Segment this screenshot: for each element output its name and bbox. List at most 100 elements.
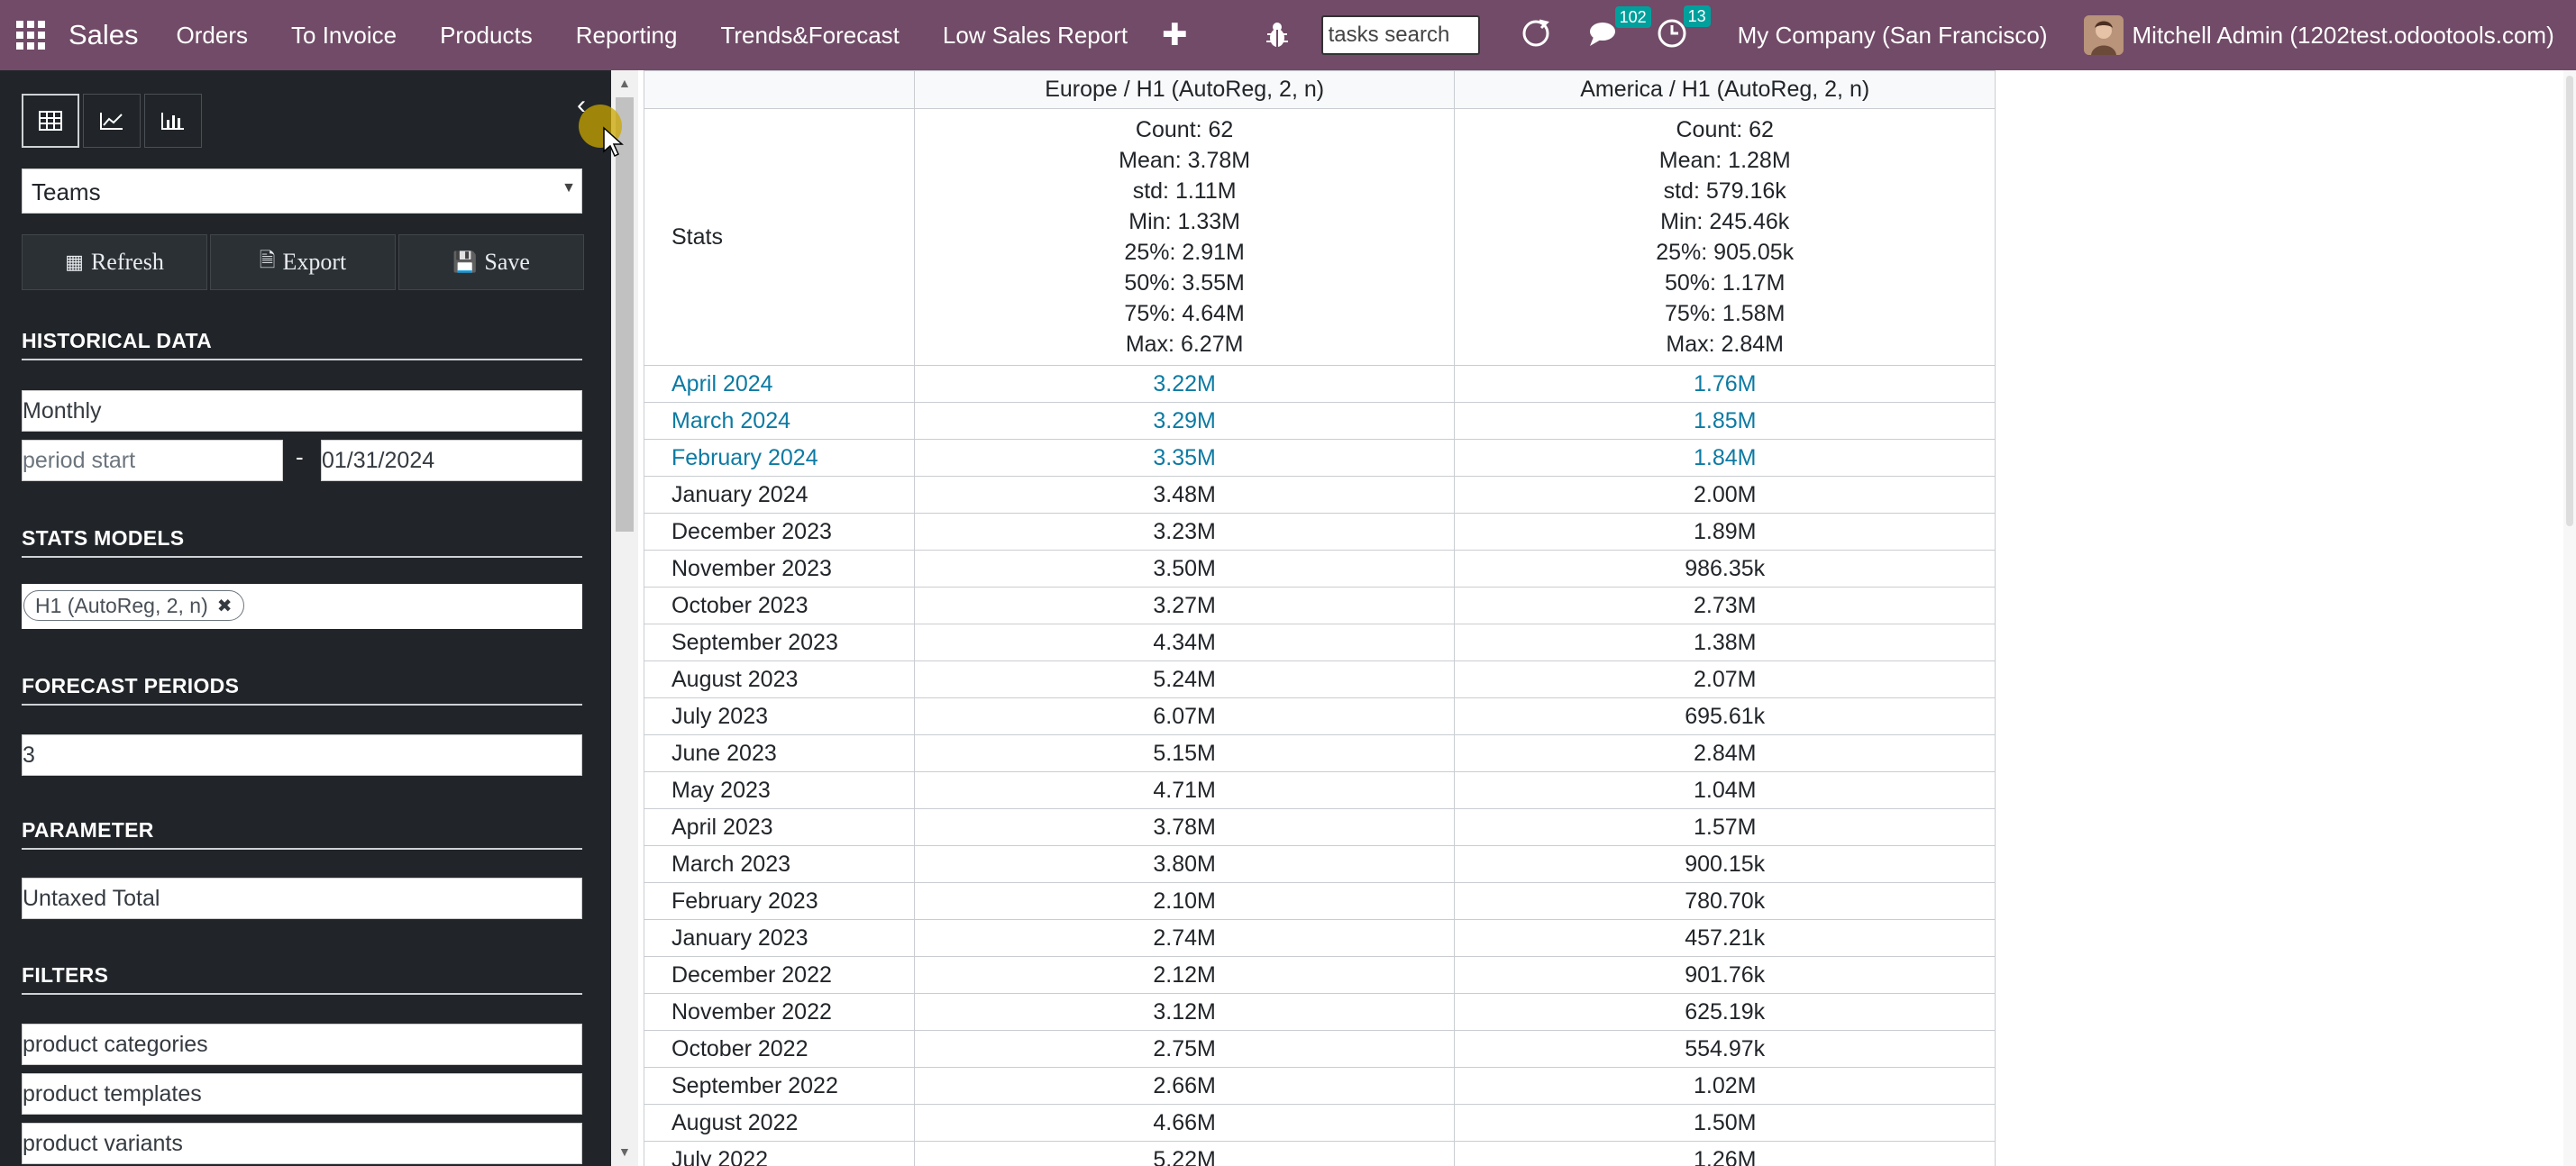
europe-value-cell: 5.22M <box>913 1141 1456 1166</box>
messages-icon[interactable]: 102 <box>1588 5 1651 52</box>
refresh-button[interactable]: ▦ Refresh <box>22 234 207 290</box>
forecast-periods-input[interactable]: 3 <box>22 734 582 776</box>
europe-value-cell: 4.71M <box>913 771 1456 809</box>
america-value-cell: 1.76M <box>1454 365 1996 403</box>
user-menu[interactable]: Mitchell Admin (1202test.odootools.com) <box>2133 22 2554 50</box>
america-value-cell: 1.85M <box>1454 402 1996 440</box>
stats-models-field[interactable]: H1 (AutoReg, 2, n) ✖ <box>22 584 582 629</box>
group-by-select[interactable]: Teams ▼ <box>22 169 582 214</box>
floppy-disk-icon: 💾 <box>452 251 478 273</box>
menu-orders[interactable]: Orders <box>177 22 248 50</box>
column-header-america[interactable]: America / H1 (AutoReg, 2, n) <box>1454 70 1996 109</box>
user-avatar[interactable] <box>2083 15 2124 55</box>
table-row: February 2023 2.10M 780.70k <box>644 882 1996 920</box>
stat-line: 75%: 4.64M <box>1124 301 1245 326</box>
period-cell: January 2024 <box>644 476 915 514</box>
filter-product-variants[interactable]: product variants <box>22 1123 582 1164</box>
refresh-button-label: Refresh <box>90 249 164 275</box>
line-chart-view-button[interactable] <box>83 94 141 148</box>
period-cell: December 2022 <box>644 956 915 994</box>
europe-value-cell: 3.80M <box>913 845 1456 883</box>
save-button-label: Save <box>484 249 530 275</box>
interval-select[interactable]: Monthly <box>22 390 582 432</box>
stat-line: 25%: 2.91M <box>1124 240 1245 265</box>
menu-low-sales-report[interactable]: Low Sales Report <box>943 22 1128 50</box>
america-value-cell: 1.26M <box>1454 1141 1996 1166</box>
america-value-cell: 2.00M <box>1454 476 1996 514</box>
filter-product-categories[interactable]: product categories <box>22 1024 582 1065</box>
menu-products[interactable]: Products <box>440 22 533 50</box>
period-cell: November 2023 <box>644 550 915 588</box>
filter-product-templates[interactable]: product templates <box>22 1073 582 1115</box>
europe-value-cell: 3.35M <box>913 439 1456 477</box>
table-row: August 2023 5.24M 2.07M <box>644 660 1996 698</box>
america-value-cell: 2.73M <box>1454 587 1996 624</box>
period-cell: September 2023 <box>644 624 915 661</box>
europe-value-cell: 3.23M <box>913 513 1456 551</box>
company-switcher[interactable]: My Company (San Francisco) <box>1738 22 2048 50</box>
america-value-cell: 2.07M <box>1454 660 1996 698</box>
america-value-cell: 780.70k <box>1454 882 1996 920</box>
table-row: March 2024 3.29M 1.85M <box>644 402 1996 440</box>
column-header-europe[interactable]: Europe / H1 (AutoReg, 2, n) <box>913 70 1456 109</box>
forecast-periods-title: FORECAST PERIODS <box>22 674 582 706</box>
table-row: December 2023 3.23M 1.89M <box>644 513 1996 551</box>
stat-line: 50%: 3.55M <box>1124 270 1245 296</box>
menu-trends-forecast[interactable]: Trends&Forecast <box>720 22 899 50</box>
stat-line: 50%: 1.17M <box>1665 270 1786 296</box>
main-scrollbar[interactable] <box>2563 70 2576 1166</box>
scroll-up-arrow-icon[interactable]: ▲ <box>618 76 631 90</box>
stat-line: Mean: 3.78M <box>1119 148 1251 173</box>
refresh-circle-icon[interactable] <box>1520 17 1552 54</box>
table-icon <box>39 111 62 131</box>
america-value-cell: 1.04M <box>1454 771 1996 809</box>
save-button[interactable]: 💾 Save <box>398 234 584 290</box>
america-value-cell: 2.84M <box>1454 734 1996 772</box>
top-navbar: Sales Orders To Invoice Products Reporti… <box>0 0 2576 70</box>
sidebar-scrollbar[interactable]: ▲ ▼ <box>611 70 638 1166</box>
europe-value-cell: 5.24M <box>913 660 1456 698</box>
apps-menu-icon[interactable] <box>16 21 45 50</box>
period-cell: April 2024 <box>644 365 915 403</box>
model-tag: H1 (AutoReg, 2, n) ✖ <box>23 590 244 621</box>
period-cell: September 2022 <box>644 1067 915 1105</box>
table-row: October 2022 2.75M 554.97k <box>644 1030 1996 1068</box>
period-start-input[interactable]: period start <box>22 440 283 481</box>
table-row: September 2022 2.66M 1.02M <box>644 1067 1996 1105</box>
table-row: September 2023 4.34M 1.38M <box>644 624 1996 661</box>
remove-tag-icon[interactable]: ✖ <box>217 595 233 617</box>
model-tag-label: H1 (AutoReg, 2, n) <box>35 593 208 617</box>
period-cell: February 2024 <box>644 439 915 477</box>
activities-clock-icon[interactable]: 13 <box>1657 5 1711 53</box>
activities-count-badge: 13 <box>1683 5 1711 27</box>
plus-icon[interactable]: ✚ <box>1162 17 1188 53</box>
table-row: April 2023 3.78M 1.57M <box>644 808 1996 846</box>
period-cell: November 2022 <box>644 993 915 1031</box>
table-view-button[interactable] <box>22 94 79 148</box>
scroll-down-arrow-icon[interactable]: ▼ <box>618 1144 631 1159</box>
tasks-search-input[interactable] <box>1320 15 1480 55</box>
europe-value-cell: 2.10M <box>913 882 1456 920</box>
date-range-dash: - <box>296 443 304 470</box>
period-end-input[interactable]: 01/31/2024 <box>321 440 582 481</box>
europe-value-cell: 2.74M <box>913 919 1456 957</box>
bar-chart-view-button[interactable] <box>144 94 202 148</box>
export-button[interactable]: 🗎 Export <box>210 234 396 290</box>
parameter-select[interactable]: Untaxed Total <box>22 878 582 919</box>
line-chart-icon <box>100 113 123 130</box>
scrollbar-thumb[interactable] <box>616 97 634 532</box>
app-brand[interactable]: Sales <box>69 19 139 51</box>
settings-sidebar: ‹ Teams ▼ ▦ Refresh 🗎 Export 💾 Save HIST… <box>0 70 611 1166</box>
menu-reporting[interactable]: Reporting <box>576 22 678 50</box>
main-scrollbar-thumb[interactable] <box>2566 76 2573 526</box>
europe-value-cell: 3.27M <box>913 587 1456 624</box>
menu-to-invoice[interactable]: To Invoice <box>291 22 397 50</box>
period-cell: August 2022 <box>644 1104 915 1142</box>
america-value-cell: 625.19k <box>1454 993 1996 1031</box>
bug-icon[interactable] <box>1265 22 1289 49</box>
stats-models-title: STATS MODELS <box>22 526 582 558</box>
group-by-value: Teams <box>32 178 101 205</box>
table-row: August 2022 4.66M 1.50M <box>644 1104 1996 1142</box>
export-button-label: Export <box>282 249 347 275</box>
table-row: June 2023 5.15M 2.84M <box>644 734 1996 772</box>
